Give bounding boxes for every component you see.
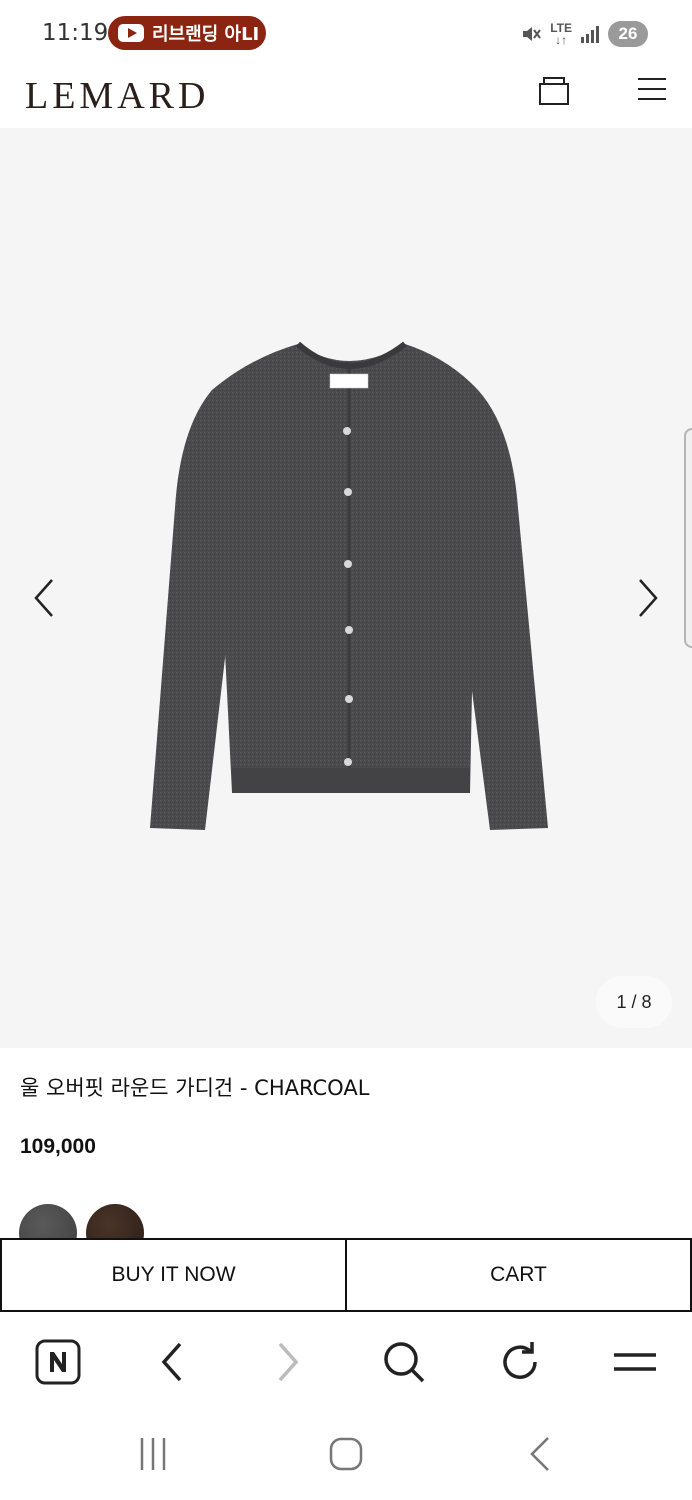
- back-arrow-icon[interactable]: [148, 1338, 196, 1386]
- action-bar: BUY IT NOW CART: [0, 1238, 692, 1312]
- chevron-right-icon[interactable]: [628, 578, 668, 618]
- hamburger-menu-icon[interactable]: [636, 76, 668, 102]
- signal-icon: [581, 26, 599, 43]
- cart-button[interactable]: CART: [347, 1238, 692, 1312]
- forward-arrow-icon[interactable]: [264, 1338, 312, 1386]
- menu-icon[interactable]: [610, 1338, 658, 1386]
- battery-indicator: 26: [608, 21, 648, 47]
- naver-n-icon[interactable]: [34, 1338, 82, 1386]
- side-scroll-handle[interactable]: [684, 428, 692, 648]
- brand-logo[interactable]: LEMARD: [25, 74, 209, 118]
- android-navigation-bar: [0, 1410, 692, 1500]
- product-name: 울 오버핏 라운드 가디건 - CHARCOAL: [20, 1076, 370, 1100]
- status-icons: LTE ↓↑ 26: [520, 20, 648, 48]
- search-icon[interactable]: [380, 1338, 428, 1386]
- status-time: 11:19: [42, 20, 109, 46]
- cardigan-image: [150, 341, 548, 830]
- site-header: LEMARD: [0, 66, 692, 128]
- system-back-icon[interactable]: [520, 1434, 560, 1474]
- buy-now-button[interactable]: BUY IT NOW: [0, 1238, 347, 1312]
- youtube-notification-pill[interactable]: 리브랜딩 아LI: [108, 16, 266, 50]
- image-counter: 1 / 8: [596, 976, 672, 1028]
- shopping-bag-icon[interactable]: [538, 74, 570, 106]
- chevron-left-icon[interactable]: [26, 578, 66, 618]
- product-image-carousel[interactable]: 1 / 8: [0, 128, 692, 1048]
- notification-text: 리브랜딩 아LI: [152, 24, 260, 45]
- browser-toolbar: [0, 1312, 692, 1410]
- product-price: 109,000: [20, 1135, 96, 1158]
- home-icon[interactable]: [326, 1434, 366, 1474]
- reload-icon[interactable]: [496, 1338, 544, 1386]
- mute-icon: [523, 27, 542, 41]
- recent-apps-icon[interactable]: [134, 1434, 174, 1474]
- network-type: LTE ↓↑: [550, 21, 572, 47]
- status-bar: 11:19 리브랜딩 아LI LTE ↓↑ 26: [0, 0, 692, 66]
- youtube-icon: [118, 24, 144, 42]
